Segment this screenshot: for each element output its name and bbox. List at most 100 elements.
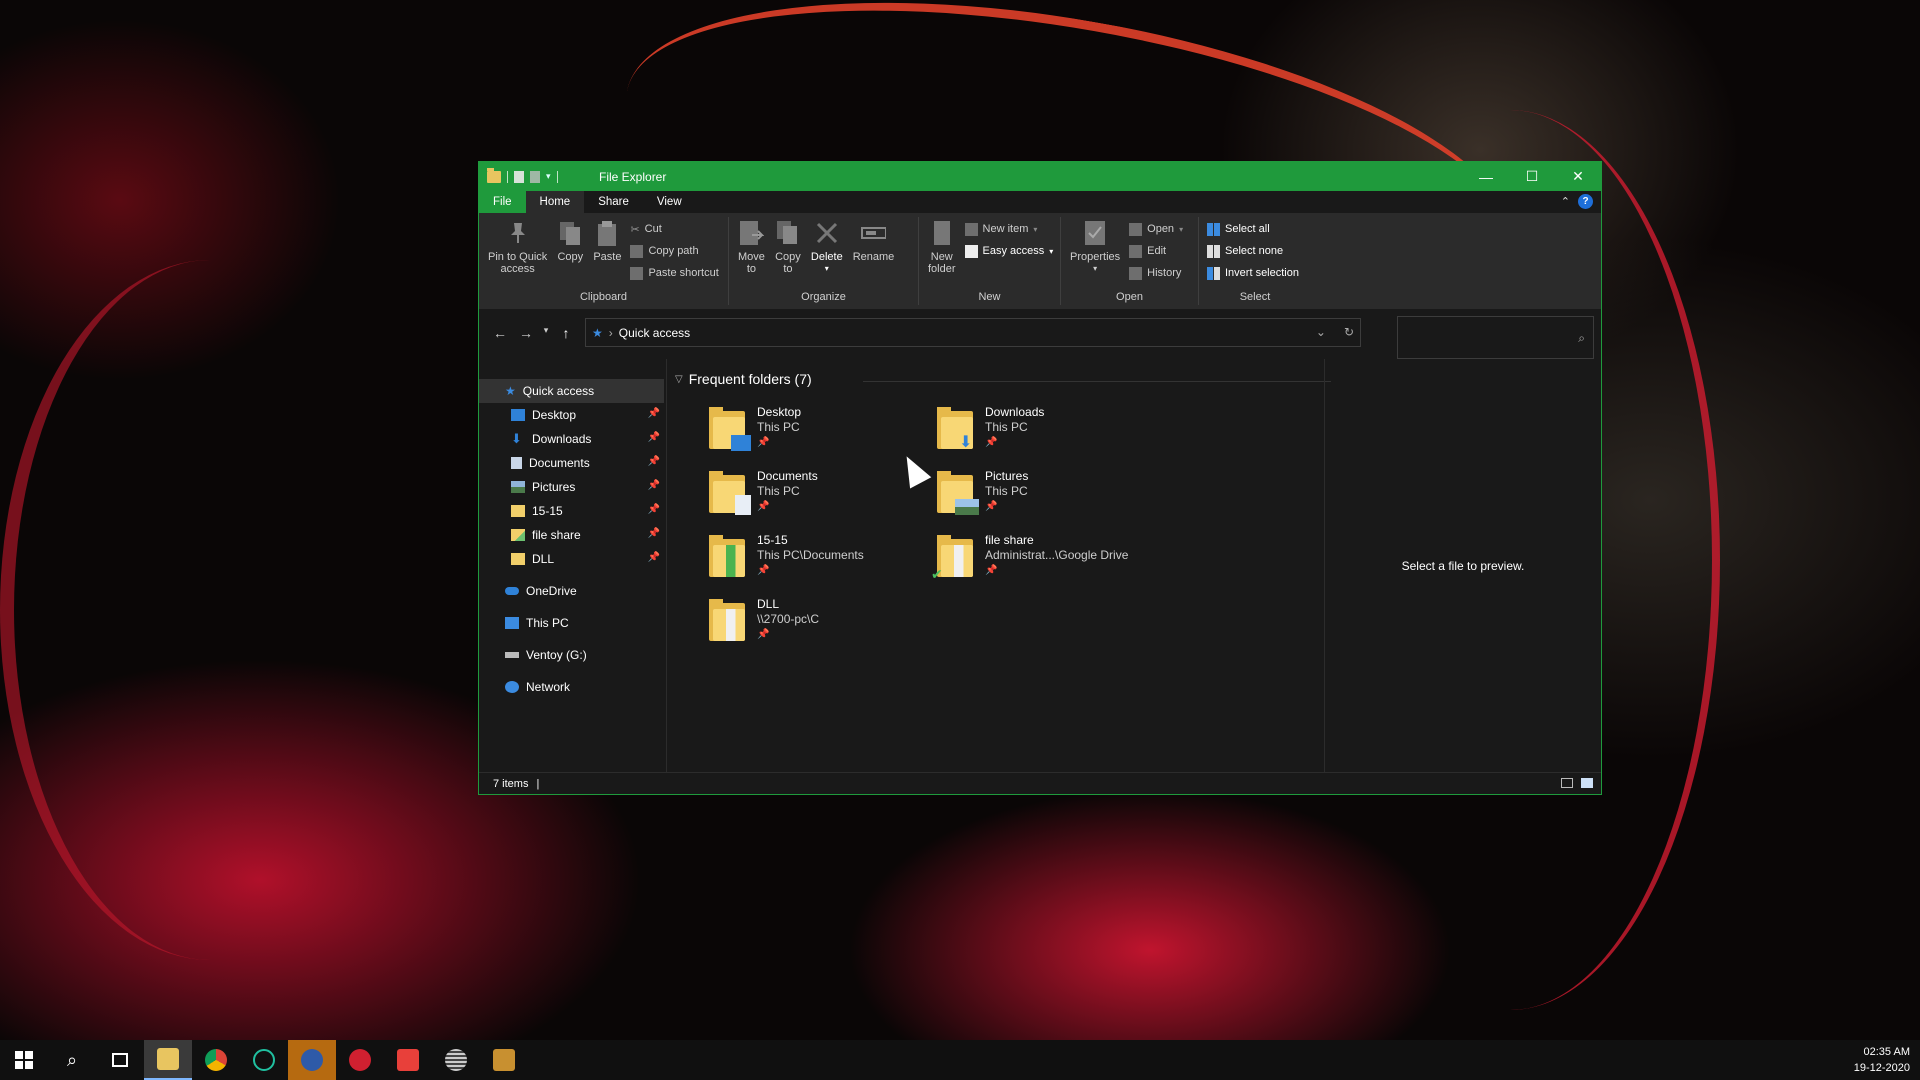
taskbar-app-red[interactable] [336, 1040, 384, 1080]
title-bar[interactable]: ▾ File Explorer — ☐ ✕ [479, 162, 1601, 191]
invert-selection-button[interactable]: Invert selection [1207, 265, 1299, 281]
ribbon: Pin to Quick access Copy Paste ✂ Cut Copy… [479, 213, 1601, 309]
folder-icon [511, 553, 525, 565]
delete-label: Delete [810, 251, 843, 263]
u-app-icon [253, 1049, 275, 1071]
clipboard-group: Pin to Quick access Copy Paste ✂ Cut Copy… [479, 217, 729, 305]
nav-item-downloads[interactable]: ⬇ Downloads 📌 [479, 427, 666, 451]
nav-item-file-share[interactable]: file share 📌 [479, 523, 666, 547]
breadcrumb-separator[interactable]: › [609, 326, 613, 340]
clock-time: 02:35 AM [1863, 1046, 1910, 1058]
chevron-down-icon: ▾ [1093, 264, 1098, 273]
search-taskbar-button[interactable]: ⌕ [48, 1040, 96, 1080]
new-folder-label: folder [928, 263, 956, 275]
maximize-button[interactable]: ☐ [1509, 162, 1555, 191]
large-icons-view-icon[interactable] [1581, 778, 1593, 788]
tab-home[interactable]: Home [525, 191, 585, 213]
collapse-ribbon-chevron-icon[interactable]: ⌃ [1561, 195, 1570, 208]
pin-icon[interactable]: 📌 [648, 504, 660, 515]
pin-icon[interactable]: 📌 [648, 552, 660, 563]
copy-path-button[interactable]: Copy path [630, 243, 718, 259]
nav-quick-access[interactable]: ★ Quick access [479, 379, 664, 403]
select-all-icon [1207, 222, 1220, 236]
taskbar-app-anydesk[interactable] [384, 1040, 432, 1080]
minimize-button[interactable]: — [1463, 162, 1509, 191]
pin-icon[interactable]: 📌 [648, 408, 660, 419]
nav-label: 15-15 [532, 504, 563, 518]
folder-tile-documents[interactable]: Documents This PC 📌 [707, 467, 927, 529]
network-icon [505, 681, 519, 693]
nav-this-pc[interactable]: This PC [479, 611, 666, 635]
frequent-folders-header[interactable]: ▽ Frequent folders (7) [675, 371, 812, 387]
nav-item-pictures[interactable]: Pictures 📌 [479, 475, 666, 499]
nav-onedrive[interactable]: OneDrive [479, 579, 666, 603]
select-none-button[interactable]: Select none [1207, 243, 1299, 259]
folder-tile-desktop[interactable]: Desktop This PC 📌 [707, 403, 927, 465]
desktop-folder-icon [707, 407, 751, 451]
breadcrumb-quick-access[interactable]: Quick access [619, 326, 690, 340]
folder-icon [511, 505, 525, 517]
taskbar-app-highlighted[interactable] [288, 1040, 336, 1080]
new-folder-label: New [930, 251, 953, 263]
explorer-app-icon[interactable] [487, 167, 501, 183]
open-button[interactable]: Open ▾ [1129, 221, 1183, 237]
recent-locations-chevron-icon[interactable]: ▾ [541, 325, 551, 341]
system-clock[interactable]: 02:35 AM 19-12-2020 [1854, 1044, 1910, 1076]
delete-dropdown-icon: ▾ [824, 264, 829, 273]
game-icon [493, 1049, 515, 1071]
task-view-button[interactable] [96, 1040, 144, 1080]
details-view-icon[interactable] [1561, 778, 1573, 788]
pin-icon[interactable]: 📌 [648, 528, 660, 539]
nav-label: Network [526, 680, 571, 694]
nav-item-15-15[interactable]: 15-15 📌 [479, 499, 666, 523]
folder-tile-downloads[interactable]: ⬇ Downloads This PC 📌 [935, 403, 1155, 465]
properties-icon[interactable] [514, 170, 524, 183]
search-box[interactable]: ⌕ [1397, 316, 1594, 359]
pin-icon[interactable]: 📌 [648, 432, 660, 443]
nav-ventoy[interactable]: Ventoy (G:) [479, 643, 666, 667]
open-group: Properties ▾ Open ▾ Edit History Open [1061, 217, 1199, 305]
folder-location: This PC\Documents [757, 548, 864, 562]
nav-item-dll[interactable]: DLL 📌 [479, 547, 666, 571]
up-arrow-icon[interactable]: ↑ [555, 325, 577, 341]
taskbar-chrome[interactable] [192, 1040, 240, 1080]
nav-network[interactable]: Network [479, 675, 666, 699]
select-all-button[interactable]: Select all [1207, 221, 1299, 237]
taskbar-app-u[interactable] [240, 1040, 288, 1080]
open-group-label: Open [1116, 291, 1143, 303]
forward-arrow-icon[interactable]: → [515, 325, 537, 341]
taskbar-file-explorer[interactable] [144, 1040, 192, 1080]
paste-shortcut-button[interactable]: Paste shortcut [630, 265, 719, 281]
folder-tile-pictures[interactable]: Pictures This PC 📌 [935, 467, 1155, 529]
taskbar-app-globe[interactable] [432, 1040, 480, 1080]
close-button[interactable]: ✕ [1555, 162, 1601, 191]
back-arrow-icon[interactable]: ← [489, 325, 511, 341]
refresh-icon[interactable]: ↻ [1344, 325, 1354, 339]
address-bar[interactable]: ★ › Quick access ⌄ ↻ [585, 318, 1361, 347]
cut-button[interactable]: ✂ Cut [630, 221, 718, 237]
nav-item-desktop[interactable]: Desktop 📌 [479, 403, 666, 427]
address-history-chevron-icon[interactable]: ⌄ [1316, 325, 1326, 339]
edit-button[interactable]: Edit [1129, 243, 1183, 259]
nav-label: Quick access [522, 384, 595, 398]
tab-share[interactable]: Share [584, 191, 643, 213]
new-folder-icon[interactable] [530, 170, 540, 183]
easy-access-icon [964, 244, 978, 258]
history-button[interactable]: History [1129, 265, 1183, 281]
folder-tile-dll[interactable]: DLL \\2700-pc\C 📌 [707, 595, 927, 657]
edit-icon [1129, 244, 1143, 258]
folder-tile-15-15[interactable]: 15-15 This PC\Documents 📌 [707, 531, 927, 593]
tab-view[interactable]: View [643, 191, 696, 213]
start-button[interactable] [0, 1040, 48, 1080]
tab-file[interactable]: File [479, 191, 526, 213]
nav-item-documents[interactable]: Documents 📌 [479, 451, 666, 475]
customize-toolbar-chevron-icon[interactable]: ▾ [546, 171, 551, 182]
folder-tile-file-share[interactable]: ✔ file share Administrat...\Google Drive… [931, 531, 1155, 593]
new-item-button[interactable]: New item ▾ [964, 221, 1054, 237]
taskbar-app-game[interactable] [480, 1040, 528, 1080]
documents-folder-icon [707, 471, 751, 515]
pin-icon[interactable]: 📌 [648, 480, 660, 491]
easy-access-button[interactable]: Easy access ▾ [964, 243, 1053, 259]
help-icon[interactable]: ? [1578, 194, 1593, 209]
pin-icon[interactable]: 📌 [648, 456, 660, 467]
